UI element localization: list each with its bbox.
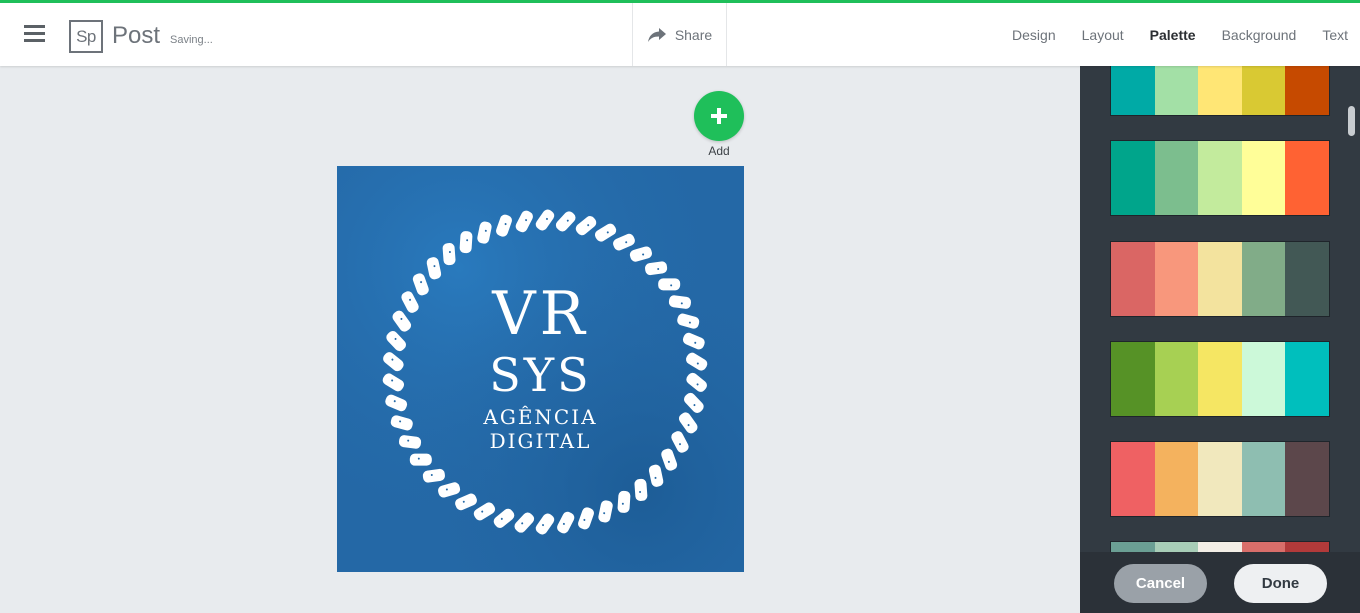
color-swatch — [1285, 442, 1329, 516]
color-swatch — [1241, 141, 1286, 215]
cancel-button[interactable]: Cancel — [1114, 564, 1207, 603]
tab-layout[interactable]: Layout — [1069, 27, 1137, 43]
hamburger-menu-icon[interactable] — [24, 25, 46, 43]
logo-line-agencia: AGÊNCIA — [483, 405, 598, 429]
panel-footer: Cancel Done — [1080, 552, 1360, 613]
share-arrow-icon — [647, 27, 666, 42]
logo-line-sys: SYS — [489, 348, 592, 402]
tab-text[interactable]: Text — [1309, 27, 1360, 43]
tab-background[interactable]: Background — [1209, 27, 1310, 43]
logo-line-digital: DIGITAL — [489, 429, 592, 453]
tab-palette[interactable]: Palette — [1137, 27, 1209, 43]
nav-tabs: Design Layout Palette Background Text — [999, 3, 1360, 66]
spark-post-logo[interactable]: Sp — [69, 20, 103, 53]
color-swatch — [1111, 66, 1155, 115]
palette-option[interactable] — [1110, 241, 1330, 317]
share-label: Share — [674, 26, 713, 43]
palette-option[interactable] — [1110, 341, 1330, 417]
app-name: Post — [112, 22, 161, 49]
logo-line-vr: VR — [492, 279, 589, 349]
color-swatch — [1111, 342, 1155, 416]
color-swatch — [1285, 141, 1329, 215]
save-status: Saving... — [170, 34, 213, 46]
color-swatch — [1198, 342, 1242, 416]
color-swatch — [1285, 66, 1329, 115]
color-swatch — [1198, 66, 1242, 115]
color-swatch — [1198, 141, 1242, 215]
color-swatch — [1111, 242, 1155, 316]
color-swatch — [1285, 342, 1329, 416]
panel-scrollbar[interactable] — [1348, 106, 1355, 136]
color-swatch — [1241, 442, 1286, 516]
add-button[interactable] — [694, 91, 744, 141]
palette-panel: Cancel Done — [1080, 66, 1360, 613]
palette-option[interactable] — [1110, 441, 1330, 517]
color-swatch — [1241, 66, 1286, 115]
color-swatch — [1198, 442, 1242, 516]
color-swatch — [1154, 342, 1199, 416]
color-swatch — [1111, 442, 1155, 516]
add-label: Add — [708, 144, 730, 158]
design-canvas[interactable]: VR SYS AGÊNCIA DIGITAL — [337, 166, 744, 572]
palette-option[interactable] — [1110, 140, 1330, 216]
share-button[interactable]: Share — [632, 3, 727, 66]
color-swatch — [1154, 442, 1199, 516]
color-swatch — [1198, 242, 1242, 316]
color-swatch — [1241, 342, 1286, 416]
color-swatch — [1154, 141, 1199, 215]
palette-option[interactable] — [1110, 66, 1330, 116]
color-swatch — [1154, 66, 1199, 115]
done-button[interactable]: Done — [1234, 564, 1327, 603]
color-swatch — [1285, 242, 1329, 316]
color-swatch — [1111, 141, 1155, 215]
plus-icon — [711, 108, 727, 124]
tab-design[interactable]: Design — [999, 27, 1069, 43]
color-swatch — [1154, 242, 1199, 316]
color-swatch — [1241, 242, 1286, 316]
top-bar: Sp Post Saving... Share Design Layout Pa… — [0, 0, 1360, 66]
